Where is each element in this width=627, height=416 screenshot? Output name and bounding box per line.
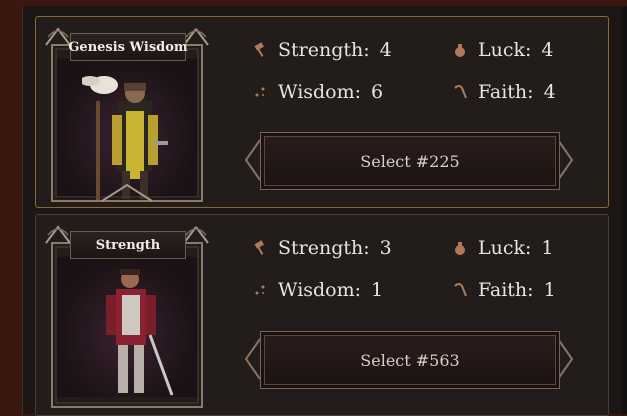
- stat-value: 4: [541, 39, 554, 61]
- staff-icon: [454, 85, 467, 99]
- select-character-button[interactable]: Select #225: [244, 132, 574, 190]
- character-name: Strength: [70, 231, 186, 259]
- sparkle-icon: [255, 87, 265, 97]
- character-portrait: Genesis Wisdom: [42, 23, 212, 205]
- stat-value: 4: [543, 81, 556, 103]
- hammer-icon: [254, 240, 264, 255]
- character-name: Genesis Wisdom: [68, 33, 188, 61]
- stat-label: Luck:: [478, 39, 532, 61]
- strength-stat: Strength: 4: [252, 39, 392, 61]
- faith-stat: Faith: 1: [452, 279, 556, 301]
- stat-value: 3: [379, 237, 392, 259]
- luck-stat: Luck: 4: [452, 39, 554, 61]
- stat-label: Strength:: [278, 237, 370, 259]
- wisdom-stat: Wisdom: 1: [252, 279, 383, 301]
- wisdom-stat: Wisdom: 6: [252, 81, 383, 103]
- luck-stat: Luck: 1: [452, 237, 554, 259]
- character-card[interactable]: Genesis Wisdom Strength: 4 Luck: 4 Wisdo…: [35, 16, 609, 208]
- stat-label: Strength:: [278, 39, 370, 61]
- faith-stat: Faith: 4: [452, 81, 556, 103]
- strength-stat: Strength: 3: [252, 237, 392, 259]
- sparkle-icon: [255, 285, 265, 295]
- select-character-button[interactable]: Select #563: [244, 331, 574, 389]
- character-portrait: Strength: [42, 221, 212, 408]
- hammer-icon: [254, 42, 264, 57]
- stat-label: Wisdom:: [278, 279, 362, 301]
- stat-label: Faith:: [478, 81, 534, 103]
- select-button-label[interactable]: Select #225: [260, 132, 560, 190]
- staff-icon: [454, 283, 467, 297]
- pouch-icon: [455, 44, 465, 57]
- stat-label: Faith:: [478, 279, 534, 301]
- stat-value: 1: [541, 237, 554, 259]
- stat-value: 1: [543, 279, 556, 301]
- pouch-icon: [455, 242, 465, 255]
- stat-label: Wisdom:: [278, 81, 362, 103]
- stat-label: Luck:: [478, 237, 532, 259]
- select-button-label[interactable]: Select #563: [260, 331, 560, 389]
- character-card[interactable]: Strength Strength: 3 Luck: 1 Wisdom: 1 F…: [35, 214, 609, 416]
- character-select-panel: Genesis Wisdom Strength: 4 Luck: 4 Wisdo…: [22, 6, 627, 416]
- scrollbar[interactable]: [622, 6, 627, 414]
- stat-value: 1: [371, 279, 384, 301]
- stat-value: 6: [371, 81, 384, 103]
- stat-value: 4: [379, 39, 392, 61]
